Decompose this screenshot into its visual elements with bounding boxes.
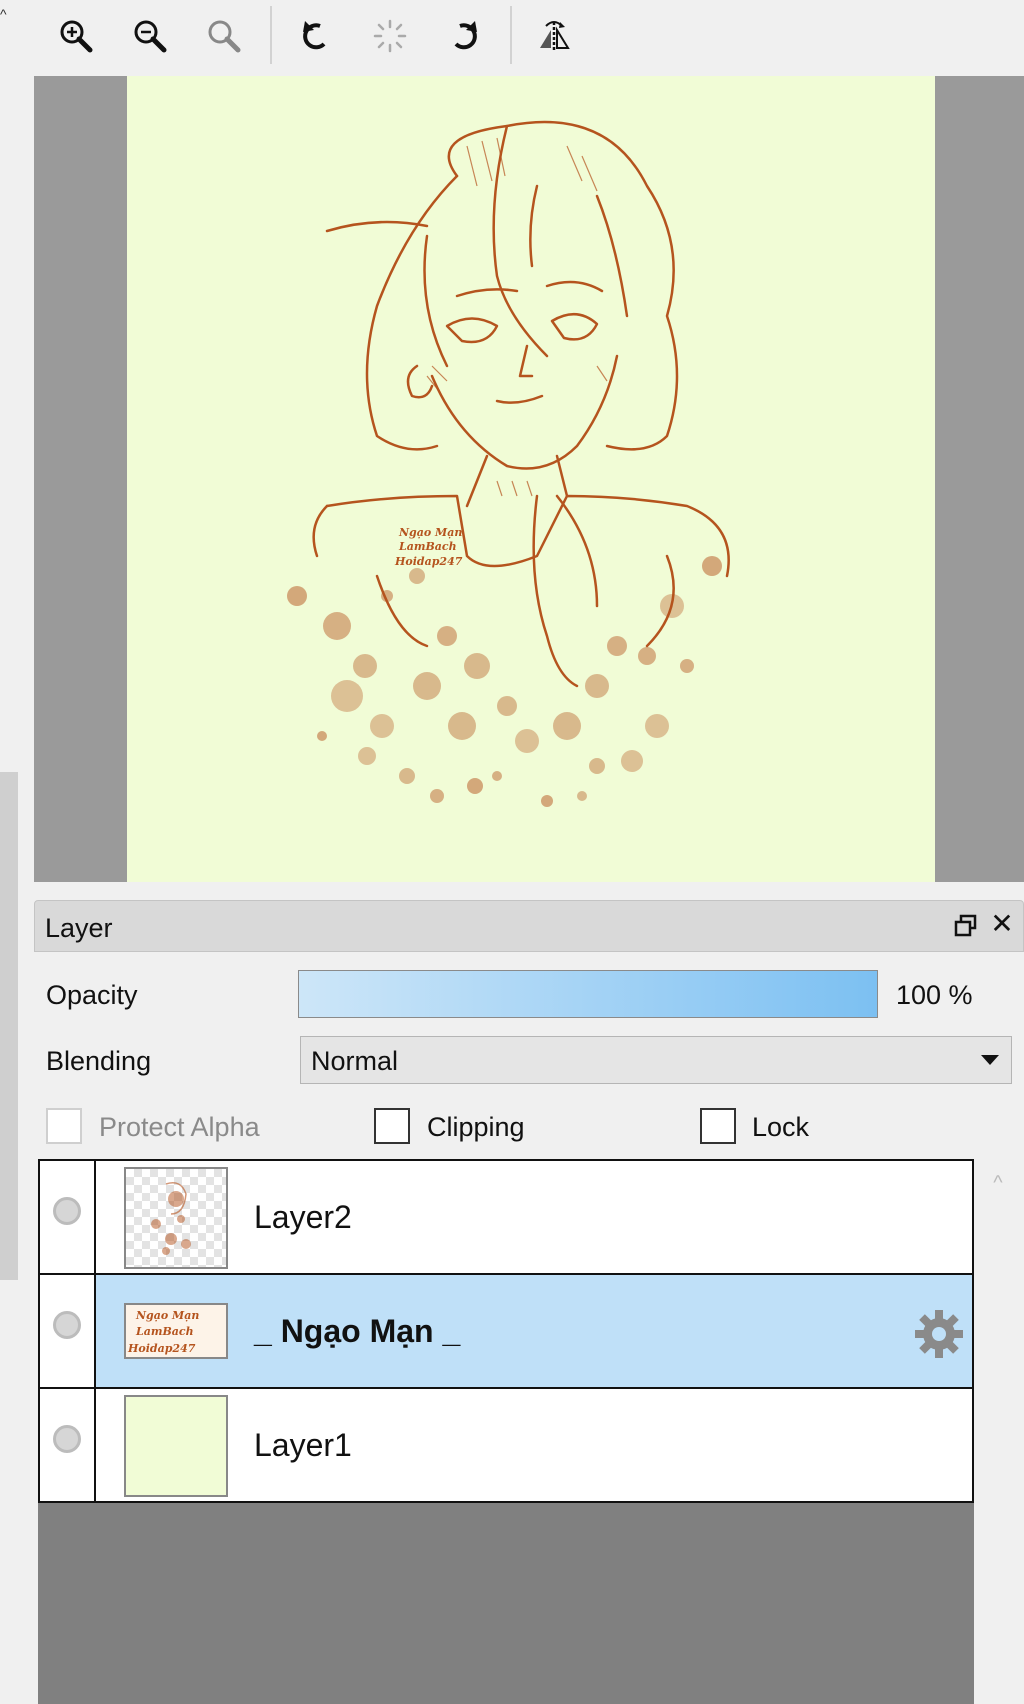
layer-name: Layer2: [254, 1199, 352, 1235]
layer-name: _ Ngạo Mạn _: [254, 1313, 461, 1349]
zoom-out-icon: [134, 20, 167, 53]
toolbar-separator: [510, 6, 512, 64]
layer-content[interactable]: Layer1: [96, 1389, 972, 1501]
visibility-toggle[interactable]: [40, 1389, 96, 1501]
svg-text:LamBach: LamBach: [135, 1325, 194, 1338]
zoom-in-icon: [60, 20, 93, 53]
protect-alpha-checkbox[interactable]: [46, 1108, 82, 1144]
svg-text:Ngạo Mạn: Ngạo Mạn: [135, 1309, 199, 1322]
layer-list[interactable]: Layer2 Ngạo Mạn LamBach Hoidap247 _ Ngạo…: [38, 1159, 974, 1704]
rotate-left-button[interactable]: [294, 14, 338, 58]
rotate-right-button[interactable]: [442, 14, 486, 58]
layer-panel-header: Layer ✕: [34, 900, 1024, 952]
restore-window-icon: [954, 914, 977, 937]
panel-title: Layer: [45, 913, 113, 943]
opacity-value: 100 %: [896, 980, 973, 1010]
dropdown-arrow-icon: [981, 1055, 999, 1065]
rotate-reset-icon: [373, 19, 407, 53]
clipping-checkbox[interactable]: [374, 1108, 410, 1144]
caret-icon: ^: [0, 6, 7, 22]
visibility-toggle[interactable]: [40, 1275, 96, 1387]
flip-horizontal-button[interactable]: [532, 14, 576, 58]
zoom-reset-button[interactable]: [202, 14, 246, 58]
layer-thumbnail: [124, 1395, 228, 1497]
lock-label: Lock: [752, 1112, 810, 1142]
layer-thumbnail: Ngạo Mạn LamBach Hoidap247: [124, 1303, 228, 1359]
canvas-area[interactable]: Ngạo Mạn LamBach Hoidap247: [34, 76, 1024, 882]
watermark-line-2: LamBach: [398, 540, 457, 553]
zoom-in-button[interactable]: [54, 14, 98, 58]
watermark-line-1: Ngạo Mạn: [398, 526, 462, 539]
layer-row-layer2[interactable]: Layer2: [38, 1159, 974, 1275]
opacity-slider[interactable]: [298, 970, 878, 1018]
clipping-label: Clipping: [427, 1112, 525, 1142]
protect-alpha-label: Protect Alpha: [99, 1112, 260, 1142]
blending-value: Normal: [311, 1046, 399, 1076]
watermark-line-3: Hoidap247: [394, 555, 463, 568]
watermark: Ngạo Mạn LamBach Hoidap247: [394, 526, 463, 568]
drawing-canvas[interactable]: Ngạo Mạn LamBach Hoidap247: [127, 76, 935, 882]
sketch-drawing: Ngạo Mạn LamBach Hoidap247: [287, 120, 730, 807]
visibility-icon: [53, 1197, 81, 1225]
layer-settings-button[interactable]: [912, 1307, 966, 1361]
rotate-left-icon: [303, 21, 326, 50]
layer-content[interactable]: Ngạo Mạn LamBach Hoidap247 _ Ngạo Mạn _: [96, 1275, 972, 1387]
float-panel-button[interactable]: [953, 913, 979, 939]
layer-name: Layer1: [254, 1427, 352, 1463]
zoom-out-button[interactable]: [128, 14, 172, 58]
svg-text:Hoidap247: Hoidap247: [127, 1342, 196, 1355]
close-icon: ✕: [990, 908, 1014, 939]
blending-dropdown[interactable]: Normal: [300, 1036, 1012, 1084]
visibility-icon: [53, 1425, 81, 1453]
visibility-toggle[interactable]: [40, 1161, 96, 1273]
blending-label: Blending: [46, 1046, 152, 1076]
layer-content[interactable]: Layer2: [96, 1161, 972, 1273]
rotate-reset-button[interactable]: [368, 14, 412, 58]
left-scrollbar[interactable]: [0, 772, 18, 1280]
rotate-right-icon: [454, 21, 477, 50]
gear-icon: [915, 1310, 963, 1358]
toolbar-separator: [270, 6, 272, 64]
zoom-reset-icon: [208, 20, 241, 53]
flip-horizontal-icon: [540, 21, 570, 52]
opacity-label: Opacity: [46, 980, 138, 1010]
lock-checkbox[interactable]: [700, 1108, 736, 1144]
layer-thumbnail: [124, 1167, 228, 1269]
layer-row-layer1[interactable]: Layer1: [38, 1387, 974, 1503]
layer-row-ngao-man[interactable]: Ngạo Mạn LamBach Hoidap247 _ Ngạo Mạn _: [38, 1273, 974, 1389]
scroll-up-icon[interactable]: ^: [986, 1172, 1010, 1194]
view-toolbar: [34, 0, 1024, 72]
close-panel-button[interactable]: ✕: [989, 908, 1015, 939]
visibility-icon: [53, 1311, 81, 1339]
